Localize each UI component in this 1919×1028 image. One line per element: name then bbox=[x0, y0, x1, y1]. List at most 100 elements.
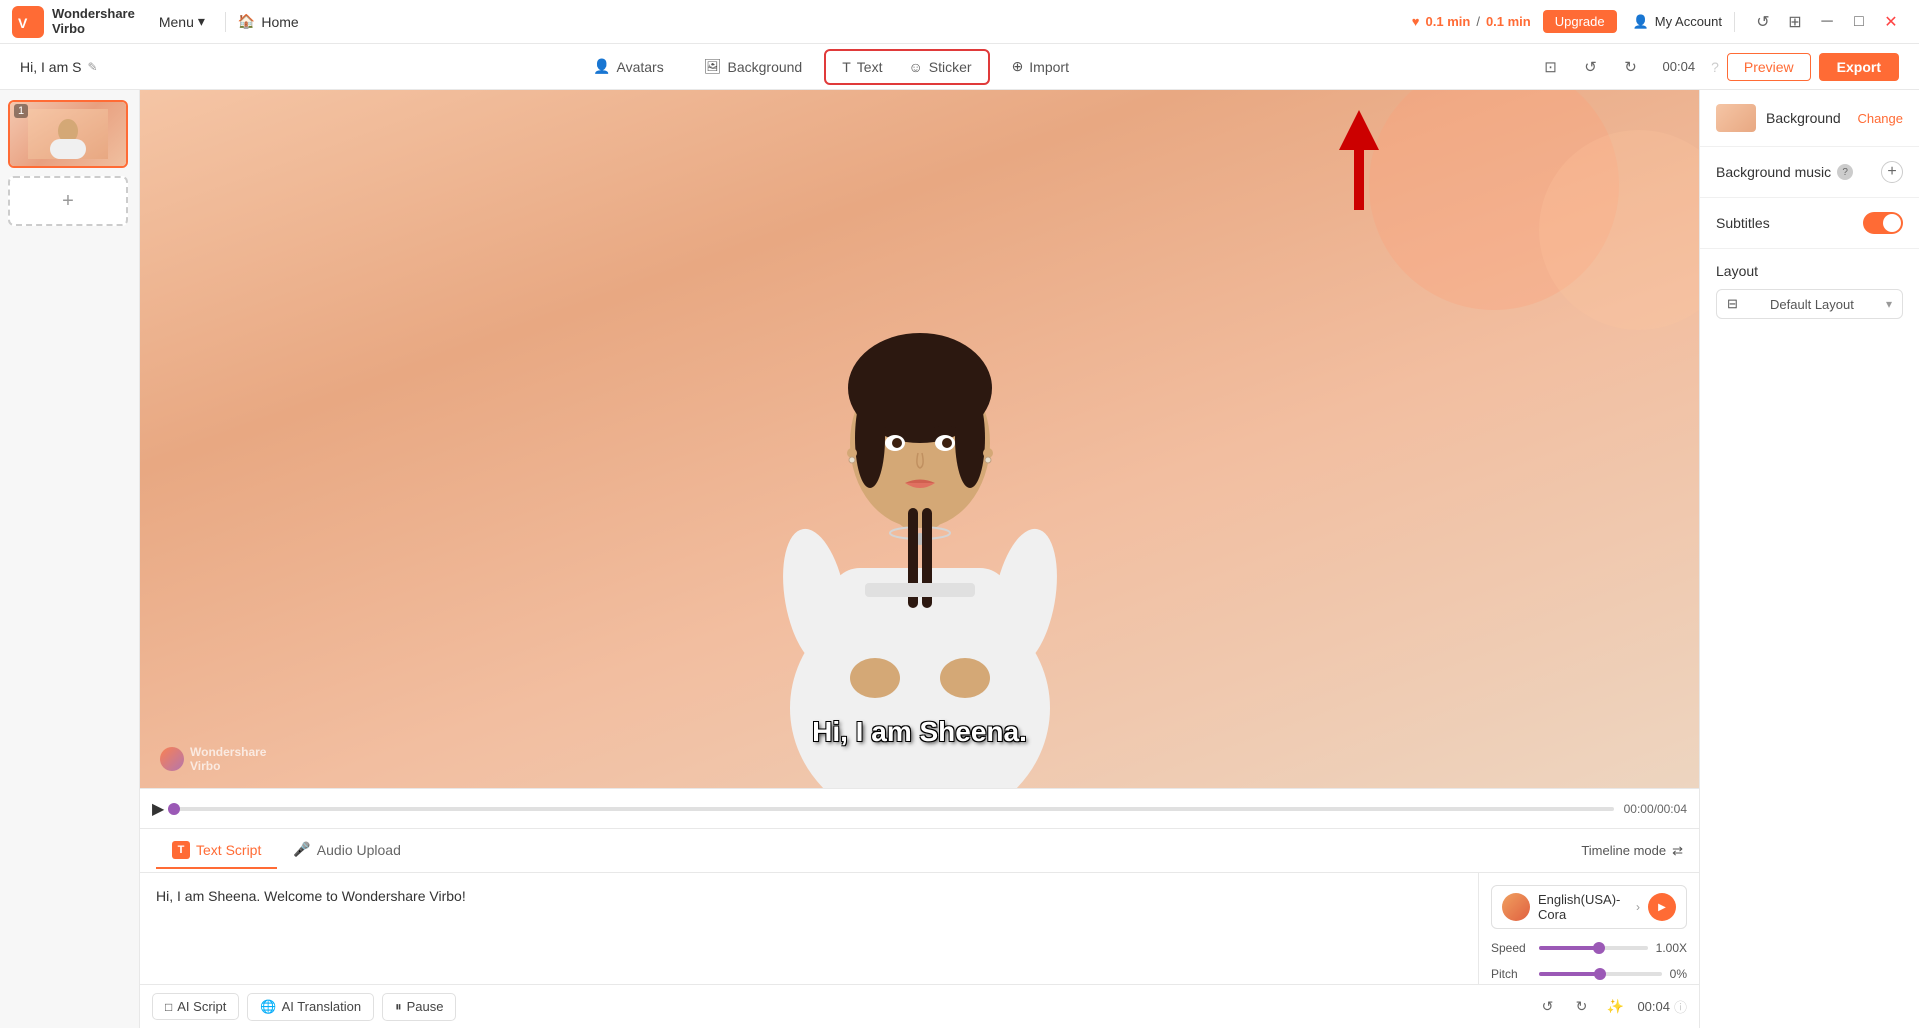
voice-selector[interactable]: English(USA)-Cora › ▶ bbox=[1491, 885, 1687, 929]
voice-next-icon: › bbox=[1636, 900, 1640, 914]
timeline-mode-icon: ⇄ bbox=[1672, 843, 1683, 859]
toolbar-right: ⊡ ↺ ↻ 00:04 ? Preview Export bbox=[1535, 51, 1899, 83]
pitch-fill bbox=[1539, 972, 1600, 976]
slide-title: Hi, I am S ✎ bbox=[20, 59, 98, 75]
change-bg-button[interactable]: Change bbox=[1857, 111, 1903, 126]
export-button[interactable]: Export bbox=[1819, 53, 1899, 81]
speed-row: Speed 1.00X bbox=[1491, 941, 1687, 955]
canvas-area: Hi, I am Sheena. WondershareVirbo ▶ 00:0… bbox=[140, 90, 1699, 828]
menu-button[interactable]: Menu ▾ bbox=[151, 9, 213, 34]
home-button[interactable]: 🏠 Home bbox=[238, 13, 299, 30]
avatars-button[interactable]: 👤 Avatars bbox=[575, 52, 682, 81]
video-frame: Hi, I am Sheena. WondershareVirbo bbox=[140, 90, 1699, 788]
pause-button[interactable]: ⏸ Pause bbox=[382, 993, 456, 1021]
avatar-svg bbox=[730, 288, 1110, 788]
script-bottom-bar: □ AI Script 🌐 AI Translation ⏸ Pause ↺ ↻… bbox=[140, 984, 1699, 1028]
minimize-button[interactable]: ─ bbox=[1811, 6, 1843, 38]
play-button[interactable]: ▶ bbox=[152, 799, 164, 819]
script-action-button[interactable]: ✨ bbox=[1601, 993, 1629, 1021]
text-icon: T bbox=[842, 59, 851, 75]
progress-bar[interactable] bbox=[174, 807, 1613, 811]
ai-translation-button[interactable]: 🌐 AI Translation bbox=[247, 993, 374, 1021]
background-icon: 🖼 bbox=[704, 58, 722, 75]
undo-button[interactable]: ↺ bbox=[1575, 51, 1607, 83]
script-redo-button[interactable]: ↻ bbox=[1567, 993, 1595, 1021]
bg-music-section: Background music ? + bbox=[1700, 147, 1919, 198]
pitch-row: Pitch 0% bbox=[1491, 967, 1687, 981]
pitch-label: Pitch bbox=[1491, 967, 1531, 981]
divider2 bbox=[1734, 12, 1735, 32]
speed-slider[interactable] bbox=[1539, 946, 1648, 950]
script-area: T Text Script 🎤 Audio Upload Timeline mo… bbox=[140, 828, 1699, 1028]
add-bg-music-button[interactable]: + bbox=[1881, 161, 1903, 183]
main-area: 1 + bbox=[0, 90, 1919, 1028]
script-tabs: T Text Script 🎤 Audio Upload Timeline mo… bbox=[140, 829, 1699, 873]
timeline-mode[interactable]: Timeline mode ⇄ bbox=[1581, 843, 1683, 859]
audio-icon: 🎤 bbox=[293, 841, 310, 858]
center-panel: Hi, I am Sheena. WondershareVirbo ▶ 00:0… bbox=[140, 90, 1699, 1028]
bg-music-label: Background music ? bbox=[1716, 164, 1853, 180]
pitch-slider[interactable] bbox=[1539, 972, 1662, 976]
bg-music-help-icon[interactable]: ? bbox=[1837, 164, 1853, 180]
logo-area: V Wondershare Virbo bbox=[12, 6, 135, 38]
close-button[interactable]: ✕ bbox=[1875, 6, 1907, 38]
text-script-tab[interactable]: T Text Script bbox=[156, 833, 277, 869]
import-button[interactable]: ⊕ Import bbox=[994, 52, 1087, 81]
upgrade-button[interactable]: Upgrade bbox=[1543, 10, 1617, 33]
toggle-knob bbox=[1883, 214, 1901, 232]
maximize-button[interactable]: □ bbox=[1843, 6, 1875, 38]
layout-select[interactable]: ⊟ Default Layout ▾ bbox=[1716, 289, 1903, 319]
sticker-button[interactable]: ☺ Sticker bbox=[898, 55, 981, 79]
arrow-up-icon bbox=[1339, 110, 1379, 150]
right-panel: Background Change Background music ? + S… bbox=[1699, 90, 1919, 1028]
subtitles-toggle[interactable] bbox=[1863, 212, 1903, 234]
video-canvas[interactable]: Hi, I am Sheena. WondershareVirbo bbox=[140, 90, 1699, 788]
undo-redo: ↺ ↻ ✨ bbox=[1533, 993, 1629, 1021]
voice-panel: English(USA)-Cora › ▶ Speed 1 bbox=[1479, 873, 1699, 984]
layout-label: Layout bbox=[1716, 263, 1903, 279]
history-button[interactable]: ↺ bbox=[1747, 6, 1779, 38]
speed-thumb bbox=[1593, 942, 1605, 954]
pitch-thumb bbox=[1594, 968, 1606, 980]
arrow-shaft bbox=[1354, 150, 1364, 210]
redo-button[interactable]: ↻ bbox=[1615, 51, 1647, 83]
bg-preview bbox=[1716, 104, 1756, 132]
avatar-container bbox=[730, 288, 1110, 788]
script-text-area[interactable]: Hi, I am Sheena. Welcome to Wondershare … bbox=[140, 873, 1479, 984]
app-logo: V bbox=[12, 6, 44, 38]
help-icon: ? bbox=[1711, 59, 1719, 75]
time-info: ♥ 0.1 min / 0.1 min bbox=[1412, 14, 1531, 29]
speed-value: 1.00X bbox=[1656, 941, 1687, 955]
voice-params: Speed 1.00X Pitch bbox=[1491, 941, 1687, 984]
script-text: Hi, I am Sheena. Welcome to Wondershare … bbox=[156, 885, 1462, 907]
text-sticker-group: T Text ☺ Sticker bbox=[824, 49, 989, 85]
watermark: WondershareVirbo bbox=[160, 745, 266, 773]
watermark-text: WondershareVirbo bbox=[190, 745, 266, 773]
text-script-icon: T bbox=[172, 841, 190, 859]
home-icon: 🏠 bbox=[238, 13, 255, 30]
background-section: Background Change bbox=[1700, 90, 1919, 147]
sticker-icon: ☺ bbox=[908, 59, 922, 75]
slide-1[interactable]: 1 bbox=[8, 100, 128, 168]
voice-play-button[interactable]: ▶ bbox=[1648, 893, 1676, 921]
script-undo-button[interactable]: ↺ bbox=[1533, 993, 1561, 1021]
pause-icon: ⏸ bbox=[395, 999, 402, 1015]
background-button[interactable]: 🖼 Background bbox=[686, 52, 821, 81]
grid-button[interactable]: ⊞ bbox=[1779, 6, 1811, 38]
preview-button[interactable]: Preview bbox=[1727, 53, 1811, 81]
default-layout-label: Default Layout bbox=[1770, 297, 1854, 312]
divider bbox=[225, 12, 226, 32]
fullscreen-button[interactable]: ⊡ bbox=[1535, 51, 1567, 83]
account-button[interactable]: 👤 My Account bbox=[1633, 14, 1722, 30]
slide-number: 1 bbox=[14, 104, 28, 118]
text-button[interactable]: T Text bbox=[832, 55, 892, 79]
ai-script-button[interactable]: □ AI Script bbox=[152, 993, 239, 1020]
avatar-icon: 👤 bbox=[593, 58, 610, 75]
bg-label: Background bbox=[1766, 110, 1847, 126]
ai-script-icon: □ bbox=[165, 1000, 172, 1014]
add-slide-button[interactable]: + bbox=[8, 176, 128, 226]
audio-upload-tab[interactable]: 🎤 Audio Upload bbox=[277, 833, 417, 868]
layout-icon: ⊟ bbox=[1727, 296, 1738, 312]
time-counter: 00:00/00:04 bbox=[1624, 802, 1687, 816]
voice-name: English(USA)-Cora bbox=[1538, 892, 1628, 922]
